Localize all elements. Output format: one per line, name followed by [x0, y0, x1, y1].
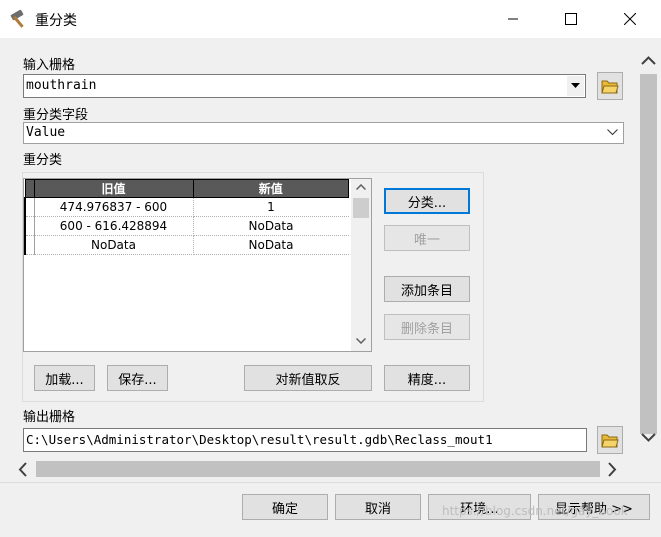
reclass-table-container: 旧值 新值 474.976837 - 600 1 600 - 616.42889… — [23, 178, 372, 352]
input-raster-dropdown[interactable] — [567, 76, 584, 96]
close-icon — [624, 13, 636, 25]
input-raster-value: mouthrain — [26, 78, 97, 93]
scroll-up-icon[interactable] — [641, 56, 656, 65]
row-selector[interactable] — [24, 216, 35, 236]
reclass-table: 旧值 新值 474.976837 - 600 1 600 - 616.42889… — [24, 179, 349, 255]
reclass-field-value: Value — [26, 125, 66, 140]
open-folder-icon — [601, 434, 619, 448]
scroll-down-icon[interactable] — [356, 338, 366, 344]
load-button[interactable]: 加载... — [34, 365, 95, 391]
close-button[interactable] — [607, 0, 653, 38]
table-row[interactable]: NoData NoData — [24, 235, 349, 255]
output-raster-value: C:\Users\Administrator\Desktop\result\re… — [26, 432, 493, 447]
classify-button[interactable]: 分类... — [384, 188, 470, 214]
minimize-icon — [508, 18, 518, 20]
delete-entry-button[interactable]: 删除条目 — [384, 314, 470, 340]
minimize-button[interactable] — [490, 0, 536, 38]
reverse-new-values-button[interactable]: 对新值取反 — [244, 365, 372, 391]
input-raster-label: 输入栅格 — [23, 58, 76, 73]
watermark-text: https://blog.csdn.net/gay_book — [442, 504, 628, 518]
browse-output-button[interactable] — [597, 426, 623, 454]
unique-button[interactable]: 唯一 — [384, 225, 470, 251]
maximize-button[interactable] — [548, 0, 594, 38]
ok-button[interactable]: 确定 — [242, 494, 328, 520]
panel-horizontal-scrollbar[interactable] — [0, 456, 636, 482]
output-raster-field[interactable]: C:\Users\Administrator\Desktop\result\re… — [23, 428, 587, 452]
old-value-cell[interactable]: 474.976837 - 600 — [34, 197, 194, 217]
panel-vertical-scrollbar[interactable] — [636, 38, 661, 456]
browse-input-button[interactable] — [597, 72, 623, 100]
scroll-up-icon[interactable] — [356, 184, 366, 190]
chevron-down-icon — [607, 129, 618, 136]
row-selector[interactable] — [24, 235, 35, 255]
scrollbar-corner — [636, 456, 661, 482]
panel-hscroll-thumb[interactable] — [36, 461, 600, 477]
column-header-new[interactable]: 新值 — [192, 179, 349, 198]
table-row[interactable]: 600 - 616.428894 NoData — [24, 216, 349, 236]
row-header-corner — [24, 179, 35, 198]
add-entry-button[interactable]: 添加条目 — [384, 276, 470, 302]
window-title: 重分类 — [35, 13, 77, 29]
new-value-cell[interactable]: 1 — [193, 197, 349, 217]
reclass-field-label: 重分类字段 — [23, 108, 89, 123]
new-value-cell[interactable]: NoData — [193, 216, 349, 236]
title-bar: 重分类 — [0, 0, 661, 38]
output-raster-label: 输出栅格 — [23, 410, 76, 425]
row-selector[interactable] — [24, 197, 35, 217]
hammer-icon — [10, 9, 24, 28]
reclass-field-select[interactable]: Value — [23, 122, 624, 144]
cancel-button[interactable]: 取消 — [335, 494, 421, 520]
scroll-down-icon[interactable] — [641, 433, 656, 442]
scroll-left-icon[interactable] — [18, 462, 28, 477]
panel-scroll-thumb[interactable] — [640, 74, 657, 434]
table-row[interactable]: 474.976837 - 600 1 — [24, 197, 349, 217]
old-value-cell[interactable]: NoData — [34, 235, 194, 255]
table-scrollbar[interactable] — [351, 179, 371, 351]
save-button[interactable]: 保存... — [107, 365, 168, 391]
reclassification-label: 重分类 — [23, 153, 63, 168]
open-folder-icon — [601, 80, 619, 94]
new-value-cell[interactable]: NoData — [193, 235, 349, 255]
input-raster-field[interactable]: mouthrain — [23, 74, 586, 98]
precision-button[interactable]: 精度... — [384, 365, 470, 391]
chevron-down-icon — [571, 83, 580, 88]
column-header-old[interactable]: 旧值 — [33, 179, 194, 198]
maximize-icon — [565, 13, 577, 25]
old-value-cell[interactable]: 600 - 616.428894 — [34, 216, 194, 236]
scroll-right-icon[interactable] — [607, 462, 617, 477]
table-scroll-thumb[interactable] — [353, 198, 369, 218]
